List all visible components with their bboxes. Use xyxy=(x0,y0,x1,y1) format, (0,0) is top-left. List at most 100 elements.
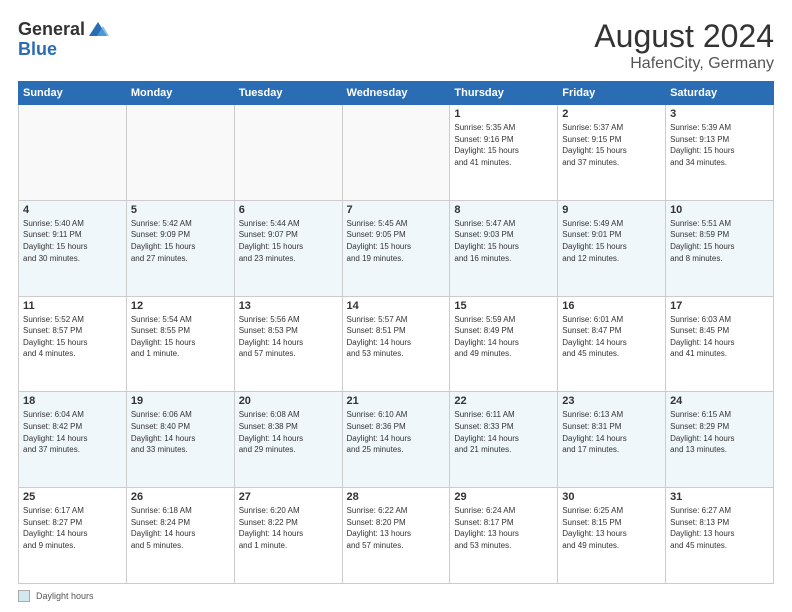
day-info: Sunrise: 5:37 AM Sunset: 9:15 PM Dayligh… xyxy=(562,122,661,168)
day-number: 27 xyxy=(239,491,338,503)
calendar-week-row: 11 Sunrise: 5:52 AM Sunset: 8:57 PM Dayli… xyxy=(19,296,774,392)
table-row: 21 Sunrise: 6:10 AM Sunset: 8:36 PM Dayli… xyxy=(342,392,450,488)
table-row: 14 Sunrise: 5:57 AM Sunset: 8:51 PM Dayli… xyxy=(342,296,450,392)
day-info: Sunrise: 5:54 AM Sunset: 8:55 PM Dayligh… xyxy=(131,314,230,360)
day-info: Sunrise: 6:25 AM Sunset: 8:15 PM Dayligh… xyxy=(562,505,661,551)
table-row: 3 Sunrise: 5:39 AM Sunset: 9:13 PM Daylig… xyxy=(666,105,774,201)
logo-general: General xyxy=(18,20,85,38)
day-info: Sunrise: 5:49 AM Sunset: 9:01 PM Dayligh… xyxy=(562,218,661,264)
table-row: 4Sunrise: 5:40 AM Sunset: 9:11 PM Daylig… xyxy=(19,200,127,296)
day-number: 26 xyxy=(131,491,230,503)
day-info: Sunrise: 5:47 AM Sunset: 9:03 PM Dayligh… xyxy=(454,218,553,264)
title-month: August 2024 xyxy=(594,18,774,55)
col-wednesday: Wednesday xyxy=(342,82,450,105)
table-row: 19 Sunrise: 6:06 AM Sunset: 8:40 PM Dayli… xyxy=(126,392,234,488)
day-info: Sunrise: 5:52 AM Sunset: 8:57 PM Dayligh… xyxy=(23,314,122,360)
day-number: 15 xyxy=(454,300,553,312)
table-row: 1Sunrise: 5:35 AM Sunset: 9:16 PM Daylig… xyxy=(450,105,558,201)
table-row: 6Sunrise: 5:44 AM Sunset: 9:07 PM Daylig… xyxy=(234,200,342,296)
day-info: Sunrise: 6:27 AM Sunset: 8:13 PM Dayligh… xyxy=(670,505,769,551)
table-row: 27Sunrise: 6:20 AM Sunset: 8:22 PM Dayli… xyxy=(234,488,342,584)
table-row: 5Sunrise: 5:42 AM Sunset: 9:09 PM Daylig… xyxy=(126,200,234,296)
day-info: Sunrise: 5:56 AM Sunset: 8:53 PM Dayligh… xyxy=(239,314,338,360)
logo: General Blue xyxy=(18,18,109,58)
day-number: 19 xyxy=(131,395,230,407)
calendar-week-row: 18Sunrise: 6:04 AM Sunset: 8:42 PM Dayli… xyxy=(19,392,774,488)
table-row: 18Sunrise: 6:04 AM Sunset: 8:42 PM Dayli… xyxy=(19,392,127,488)
legend-label: Daylight hours xyxy=(36,591,94,601)
table-row: 15 Sunrise: 5:59 AM Sunset: 8:49 PM Dayli… xyxy=(450,296,558,392)
table-row: 7Sunrise: 5:45 AM Sunset: 9:05 PM Daylig… xyxy=(342,200,450,296)
table-row: 30Sunrise: 6:25 AM Sunset: 8:15 PM Dayli… xyxy=(558,488,666,584)
table-row xyxy=(126,105,234,201)
day-info: Sunrise: 6:18 AM Sunset: 8:24 PM Dayligh… xyxy=(131,505,230,551)
day-info: Sunrise: 5:44 AM Sunset: 9:07 PM Dayligh… xyxy=(239,218,338,264)
header: General Blue August 2024 HafenCity, Germ… xyxy=(18,18,774,73)
col-saturday: Saturday xyxy=(666,82,774,105)
table-row: 23 Sunrise: 6:13 AM Sunset: 8:31 PM Dayli… xyxy=(558,392,666,488)
day-number: 8 xyxy=(454,204,553,216)
calendar-table: Sunday Monday Tuesday Wednesday Thursday… xyxy=(18,81,774,584)
table-row: 17Sunrise: 6:03 AM Sunset: 8:45 PM Dayli… xyxy=(666,296,774,392)
day-info: Sunrise: 5:57 AM Sunset: 8:51 PM Dayligh… xyxy=(347,314,446,360)
table-row: 10Sunrise: 5:51 AM Sunset: 8:59 PM Dayli… xyxy=(666,200,774,296)
day-info: Sunrise: 6:24 AM Sunset: 8:17 PM Dayligh… xyxy=(454,505,553,551)
col-monday: Monday xyxy=(126,82,234,105)
day-info: Sunrise: 5:39 AM Sunset: 9:13 PM Dayligh… xyxy=(670,122,769,168)
day-number: 3 xyxy=(670,108,769,120)
day-number: 25 xyxy=(23,491,122,503)
col-sunday: Sunday xyxy=(19,82,127,105)
day-info: Sunrise: 6:10 AM Sunset: 8:36 PM Dayligh… xyxy=(347,409,446,455)
day-info: Sunrise: 6:08 AM Sunset: 8:38 PM Dayligh… xyxy=(239,409,338,455)
table-row xyxy=(19,105,127,201)
day-info: Sunrise: 6:15 AM Sunset: 8:29 PM Dayligh… xyxy=(670,409,769,455)
calendar-week-row: 25 Sunrise: 6:17 AM Sunset: 8:27 PM Dayli… xyxy=(19,488,774,584)
day-number: 23 xyxy=(562,395,661,407)
table-row xyxy=(342,105,450,201)
day-number: 14 xyxy=(347,300,446,312)
table-row: 13 Sunrise: 5:56 AM Sunset: 8:53 PM Dayli… xyxy=(234,296,342,392)
day-number: 12 xyxy=(131,300,230,312)
day-info: Sunrise: 6:11 AM Sunset: 8:33 PM Dayligh… xyxy=(454,409,553,455)
day-info: Sunrise: 6:04 AM Sunset: 8:42 PM Dayligh… xyxy=(23,409,122,455)
table-row: 26 Sunrise: 6:18 AM Sunset: 8:24 PM Dayli… xyxy=(126,488,234,584)
day-info: Sunrise: 6:13 AM Sunset: 8:31 PM Dayligh… xyxy=(562,409,661,455)
day-number: 29 xyxy=(454,491,553,503)
day-number: 24 xyxy=(670,395,769,407)
table-row: 12 Sunrise: 5:54 AM Sunset: 8:55 PM Dayli… xyxy=(126,296,234,392)
day-number: 4 xyxy=(23,204,122,216)
day-info: Sunrise: 5:59 AM Sunset: 8:49 PM Dayligh… xyxy=(454,314,553,360)
day-number: 10 xyxy=(670,204,769,216)
day-info: Sunrise: 6:01 AM Sunset: 8:47 PM Dayligh… xyxy=(562,314,661,360)
day-number: 11 xyxy=(23,300,122,312)
table-row: 25 Sunrise: 6:17 AM Sunset: 8:27 PM Dayli… xyxy=(19,488,127,584)
day-number: 21 xyxy=(347,395,446,407)
calendar-week-row: 1Sunrise: 5:35 AM Sunset: 9:16 PM Daylig… xyxy=(19,105,774,201)
table-row: 31Sunrise: 6:27 AM Sunset: 8:13 PM Dayli… xyxy=(666,488,774,584)
footer: Daylight hours xyxy=(18,590,774,602)
table-row: 29 Sunrise: 6:24 AM Sunset: 8:17 PM Dayli… xyxy=(450,488,558,584)
col-thursday: Thursday xyxy=(450,82,558,105)
calendar-week-row: 4Sunrise: 5:40 AM Sunset: 9:11 PM Daylig… xyxy=(19,200,774,296)
col-tuesday: Tuesday xyxy=(234,82,342,105)
day-number: 20 xyxy=(239,395,338,407)
day-number: 7 xyxy=(347,204,446,216)
day-info: Sunrise: 5:35 AM Sunset: 9:16 PM Dayligh… xyxy=(454,122,553,168)
day-info: Sunrise: 6:17 AM Sunset: 8:27 PM Dayligh… xyxy=(23,505,122,551)
table-row: 9Sunrise: 5:49 AM Sunset: 9:01 PM Daylig… xyxy=(558,200,666,296)
day-info: Sunrise: 5:42 AM Sunset: 9:09 PM Dayligh… xyxy=(131,218,230,264)
header-row: Sunday Monday Tuesday Wednesday Thursday… xyxy=(19,82,774,105)
table-row: 22 Sunrise: 6:11 AM Sunset: 8:33 PM Dayli… xyxy=(450,392,558,488)
table-row: 11 Sunrise: 5:52 AM Sunset: 8:57 PM Dayli… xyxy=(19,296,127,392)
day-info: Sunrise: 6:22 AM Sunset: 8:20 PM Dayligh… xyxy=(347,505,446,551)
day-number: 2 xyxy=(562,108,661,120)
day-number: 28 xyxy=(347,491,446,503)
page: General Blue August 2024 HafenCity, Germ… xyxy=(0,0,792,612)
day-number: 13 xyxy=(239,300,338,312)
day-info: Sunrise: 6:06 AM Sunset: 8:40 PM Dayligh… xyxy=(131,409,230,455)
title-location: HafenCity, Germany xyxy=(594,55,774,73)
day-number: 22 xyxy=(454,395,553,407)
table-row: 24 Sunrise: 6:15 AM Sunset: 8:29 PM Dayli… xyxy=(666,392,774,488)
logo-icon xyxy=(87,18,109,40)
table-row xyxy=(234,105,342,201)
